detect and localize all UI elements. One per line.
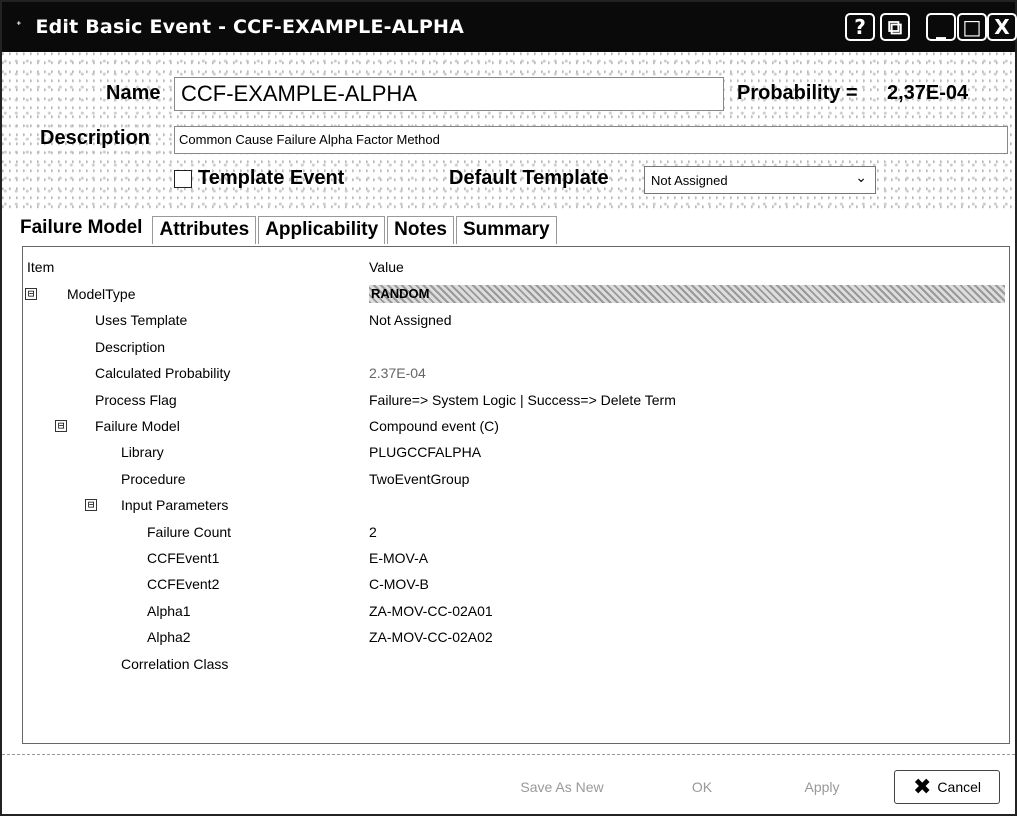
probability-value: 2,37E-04	[887, 82, 969, 104]
tree-row[interactable]: Failure Count 2	[23, 519, 1009, 545]
tree-item-label: CCFEvent1	[147, 550, 220, 566]
tree-row[interactable]: ⊟ Failure Model Compound event (C)	[23, 413, 1009, 439]
tree-item-label: Failure Model	[95, 418, 180, 434]
tree-row[interactable]: Calculated Probability 2.37E-04	[23, 360, 1009, 386]
tree-item-label: Calculated Probability	[95, 365, 231, 382]
maximize-button[interactable]: □	[957, 13, 987, 41]
tree-row[interactable]: Alpha2 ZA-MOV-CC-02A02	[23, 624, 1009, 650]
tree-item-value[interactable]: PLUGCCFALPHA	[369, 439, 481, 465]
close-icon: ✖	[912, 774, 932, 800]
tree-item-value[interactable]: E-MOV-A	[369, 545, 428, 571]
name-label: Name	[106, 82, 161, 104]
default-template-value: Not Assigned	[651, 172, 728, 188]
window-title: Edit Basic Event - CCF-EXAMPLE-ALPHA	[35, 16, 465, 38]
tree-item-value[interactable]: RANDOM	[369, 285, 1005, 303]
tree-row[interactable]: Uses Template Not Assigned	[23, 307, 1009, 333]
tree-item-label: Library	[121, 444, 164, 461]
tree-row[interactable]: Process Flag Failure=> System Logic | Suc…	[23, 387, 1009, 413]
tree-item-value[interactable]: 2	[369, 519, 377, 545]
template-event-checkbox[interactable]	[174, 170, 192, 188]
tree-item-value[interactable]: Compound event (C)	[369, 413, 499, 439]
description-label: Description	[40, 127, 151, 149]
minimize-button[interactable]: _	[926, 13, 956, 41]
tree-row[interactable]: ⊟ Input Parameters	[23, 492, 1009, 518]
tab-applicability[interactable]: Applicability	[258, 216, 386, 244]
tree-item-label: Input Parameters	[121, 497, 229, 514]
tree-row[interactable]: Procedure TwoEventGroup	[23, 466, 1009, 492]
tree-row[interactable]: Correlation Class	[23, 651, 1009, 677]
title-bar[interactable]: ᐩ Edit Basic Event - CCF-EXAMPLE-ALPHA ?…	[2, 2, 1017, 52]
tree-item-label: Correlation Class	[121, 655, 229, 672]
collapse-icon[interactable]: ⊟	[55, 420, 67, 432]
default-template-label: Default Template	[449, 167, 609, 189]
tree-item-label: ModelType	[67, 286, 136, 302]
tab-failure-model[interactable]: Failure Model	[16, 217, 151, 244]
collapse-icon[interactable]: ⊟	[25, 288, 37, 300]
tree-item-label: Process Flag	[95, 391, 177, 408]
cancel-button[interactable]: ✖ Cancel	[894, 770, 1000, 804]
tree-item-value[interactable]: TwoEventGroup	[369, 466, 469, 492]
tree-item-label: Alpha2	[147, 629, 191, 646]
name-input[interactable]: CCF-EXAMPLE-ALPHA	[174, 77, 724, 111]
tree-item-label: Procedure	[121, 470, 186, 487]
tree-item-value[interactable]: Not Assigned	[369, 307, 452, 333]
app-icon: ᐩ	[16, 19, 22, 35]
template-event-label: Template Event	[198, 167, 345, 189]
chevron-down-icon: ⌄	[855, 170, 867, 186]
tree-row[interactable]: CCFEvent1 E-MOV-A	[23, 545, 1009, 571]
tree-item-value[interactable]: ZA-MOV-CC-02A02	[369, 624, 493, 650]
tree-row[interactable]: Alpha1 ZA-MOV-CC-02A01	[23, 598, 1009, 624]
tree-item-label: Failure Count	[147, 523, 232, 540]
tree-item-value[interactable]: 2.37E-04	[369, 360, 426, 386]
tree-item-label: CCFEvent2	[147, 576, 220, 593]
tab-attributes[interactable]: Attributes	[152, 216, 257, 244]
tree-item-value[interactable]: Failure=> System Logic | Success=> Delet…	[369, 387, 676, 413]
tree-item-value[interactable]: ZA-MOV-CC-02A01	[369, 598, 493, 624]
tab-strip: Failure Model Attributes Applicability N…	[16, 214, 559, 244]
save-as-new-button[interactable]: Save As New	[502, 770, 622, 804]
column-header-item: Item	[27, 259, 55, 275]
edit-basic-event-window: ᐩ Edit Basic Event - CCF-EXAMPLE-ALPHA ?…	[0, 0, 1017, 816]
collapse-icon[interactable]: ⊟	[85, 499, 97, 512]
probability-label: Probability =	[737, 82, 858, 104]
ok-button[interactable]: OK	[662, 770, 742, 804]
tree-row[interactable]: Description	[23, 334, 1009, 360]
tab-summary[interactable]: Summary	[455, 216, 557, 244]
tree-row[interactable]: CCFEvent2 C-MOV-B	[23, 571, 1009, 597]
tree-item-value[interactable]: C-MOV-B	[369, 571, 429, 597]
tree-item-label: Alpha1	[147, 602, 191, 619]
event-header: Name CCF-EXAMPLE-ALPHA Probability = 2,3…	[2, 52, 1015, 212]
description-input[interactable]: Common Cause Failure Alpha Factor Method	[174, 126, 1008, 154]
apply-button[interactable]: Apply	[782, 770, 862, 804]
restore-button[interactable]: ⧉	[880, 13, 910, 41]
tree-item-label: Uses Template	[95, 312, 188, 329]
failure-model-grid[interactable]: Item Value ⊟ ModelType RANDOM Uses Template…	[22, 246, 1010, 744]
footer-divider	[2, 754, 1015, 755]
tree-row[interactable]: Library PLUGCCFALPHA	[23, 439, 1009, 465]
tab-notes[interactable]: Notes	[387, 216, 454, 244]
tree-item-label: Description	[95, 338, 166, 355]
close-button[interactable]: X	[987, 13, 1017, 41]
cancel-label: Cancel	[937, 779, 982, 795]
column-header-value: Value	[369, 259, 404, 275]
default-template-select[interactable]: Not Assigned ⌄	[644, 166, 876, 194]
tree-row[interactable]: ⊟ ModelType RANDOM	[23, 281, 1009, 307]
help-button[interactable]: ?	[845, 13, 875, 41]
